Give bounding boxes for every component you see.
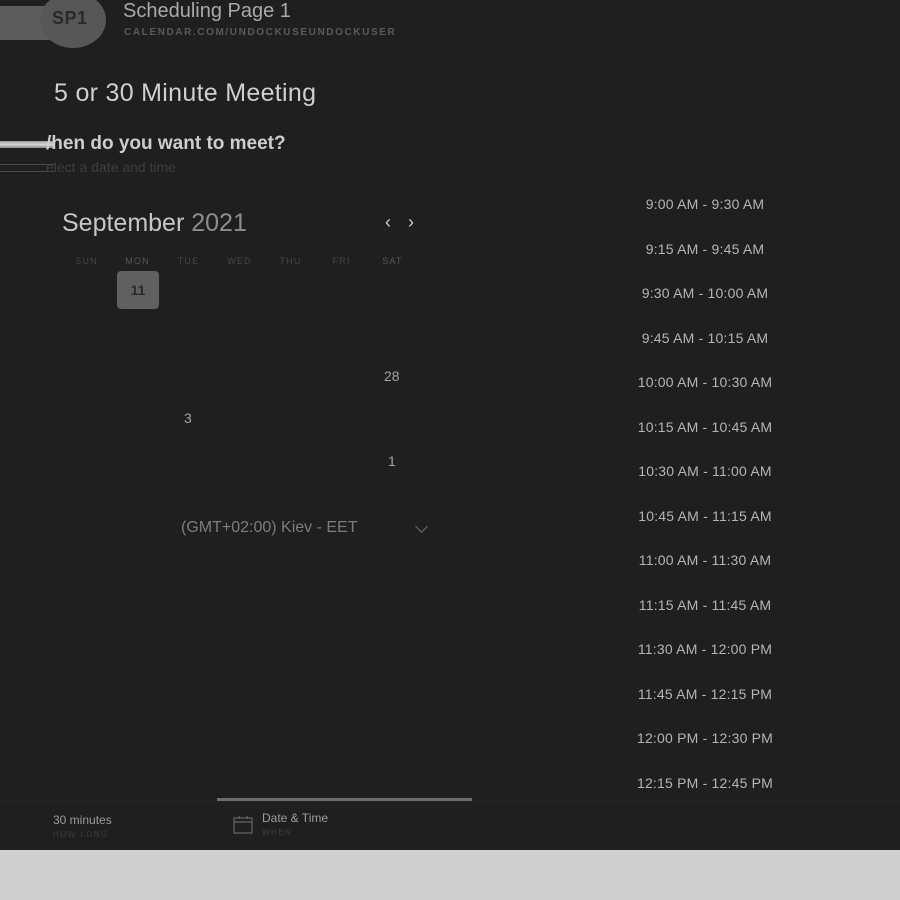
calendar-day-unavailable: · bbox=[130, 455, 135, 470]
time-slot[interactable]: 11:00 AM - 11:30 AM bbox=[612, 552, 798, 568]
datetime-label: WHEN bbox=[262, 828, 293, 837]
chevron-down-icon[interactable] bbox=[415, 520, 428, 533]
duration-value[interactable]: 30 minutes bbox=[53, 813, 112, 827]
weekday-fri: FRI bbox=[332, 256, 351, 266]
calendar-day-unavailable: · bbox=[290, 370, 295, 385]
meeting-question: /hen do you want to meet? bbox=[46, 133, 286, 154]
calendar-day-unavailable: · bbox=[130, 328, 135, 343]
scheduling-app: SP1 Scheduling Page 1 CALENDAR.COM/UNDOC… bbox=[0, 0, 900, 850]
weekday-sun: SUN bbox=[75, 256, 98, 266]
calendar-day[interactable]: 28 bbox=[384, 368, 400, 384]
scheduling-page-name: Scheduling Page 1 bbox=[123, 0, 291, 22]
chevron-left-icon[interactable]: ‹ bbox=[385, 212, 391, 233]
time-slot[interactable]: 10:45 AM - 11:15 AM bbox=[612, 508, 798, 524]
calendar-day-unavailable: · bbox=[130, 370, 135, 385]
avatar-initials: SP1 bbox=[52, 8, 88, 28]
calendar-weekday-header: SUN MON TUE WED THU FRI SAT bbox=[61, 256, 418, 266]
time-slot[interactable]: 10:00 AM - 10:30 AM bbox=[612, 374, 798, 390]
weekday-wed: WED bbox=[227, 256, 252, 266]
time-slot[interactable]: 9:00 AM - 9:30 AM bbox=[612, 196, 798, 212]
time-slot[interactable]: 10:15 AM - 10:45 AM bbox=[612, 419, 798, 435]
calendar-day-unavailable: · bbox=[385, 328, 390, 343]
weekday-thu: THU bbox=[279, 256, 302, 266]
chevron-right-icon[interactable]: › bbox=[408, 212, 414, 233]
calendar-month: September bbox=[62, 209, 185, 237]
meeting-subtitle: elect a date and time bbox=[46, 159, 176, 175]
calendar-icon bbox=[233, 816, 253, 834]
weekday-mon: MON bbox=[125, 256, 150, 266]
footer-divider bbox=[0, 801, 900, 802]
weekday-sat: SAT bbox=[382, 256, 403, 266]
time-slot[interactable]: 9:45 AM - 10:15 AM bbox=[612, 330, 798, 346]
time-slot[interactable]: 9:15 AM - 9:45 AM bbox=[612, 241, 798, 257]
meeting-title: 5 or 30 Minute Meeting bbox=[54, 79, 317, 107]
calendar-year: 2021 bbox=[191, 209, 247, 237]
calendar-day-unavailable: · bbox=[240, 455, 245, 470]
calendar-day[interactable]: 3 bbox=[184, 410, 192, 426]
time-slot[interactable]: 11:30 AM - 12:00 PM bbox=[612, 641, 798, 657]
time-slot[interactable]: 12:00 PM - 12:30 PM bbox=[612, 730, 798, 746]
duration-label: HOW LONG bbox=[53, 830, 109, 839]
time-slot[interactable]: 12:15 PM - 12:45 PM bbox=[612, 775, 798, 791]
timezone-select[interactable]: (GMT+02:00) Kiev - EET bbox=[181, 519, 358, 537]
calendar-day-selected[interactable]: 11 bbox=[117, 271, 159, 309]
calendar-day[interactable]: 1 bbox=[388, 453, 396, 469]
time-slot[interactable]: 11:15 AM - 11:45 AM bbox=[612, 597, 798, 613]
weekday-tue: TUE bbox=[177, 256, 200, 266]
datetime-value[interactable]: Date & Time bbox=[262, 811, 328, 825]
time-slot[interactable]: 10:30 AM - 11:00 AM bbox=[612, 463, 798, 479]
scheduling-page-url[interactable]: CALENDAR.COM/UNDOCKUSEUNDOCKUSER bbox=[124, 27, 396, 38]
calendar-month-title: September 2021 bbox=[62, 209, 247, 238]
time-slot[interactable]: 9:30 AM - 10:00 AM bbox=[612, 285, 798, 301]
time-slot[interactable]: 11:45 AM - 12:15 PM bbox=[612, 686, 798, 702]
